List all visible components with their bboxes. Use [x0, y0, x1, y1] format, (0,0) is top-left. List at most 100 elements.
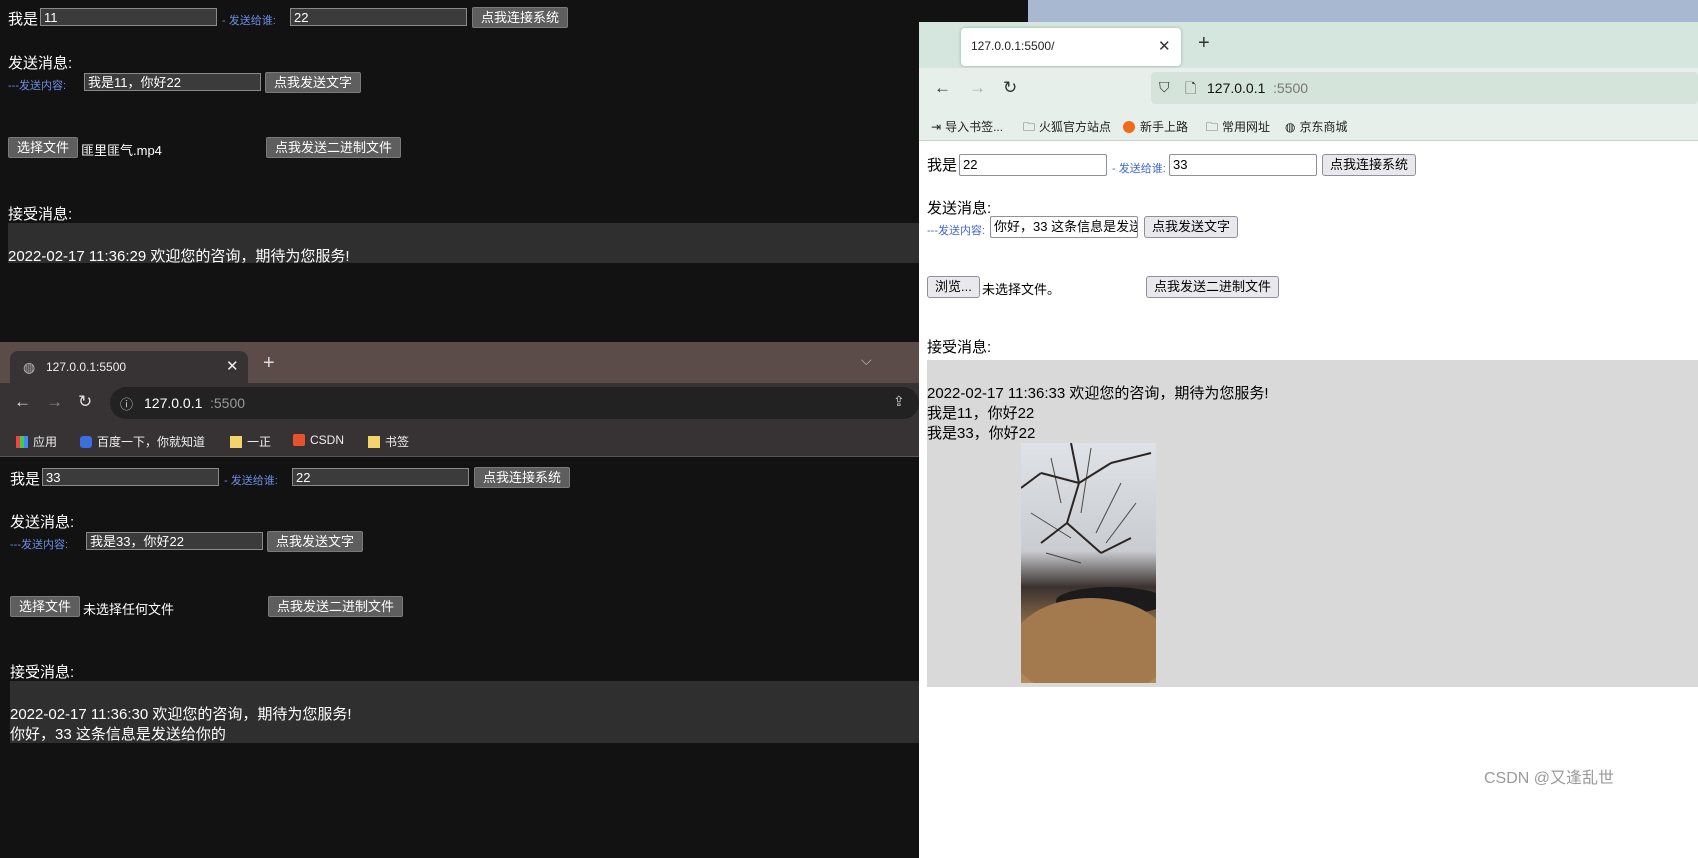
bookmark-common-sites[interactable]: 🗀 常用网址 [1206, 118, 1270, 139]
message-line: 我是11，你好22 [927, 405, 1035, 422]
connect-button[interactable]: 点我连接系统 [472, 7, 569, 28]
send-text-button[interactable]: 点我发送文字 [265, 72, 362, 93]
chevron-down-icon[interactable]: ⌵ [861, 352, 872, 369]
folder-icon: 🗀 [1206, 120, 1219, 134]
forward-arrow-icon[interactable]: → [969, 78, 986, 98]
send-binary-button[interactable]: 点我发送二进制文件 [1146, 276, 1280, 298]
send-msg-title: 发送消息: [10, 514, 75, 531]
firefox-toolbar: ← → ↻ ⛉ 🗋 127.0.0.1 :5500 [919, 68, 1698, 110]
message-line: 2022-02-17 11:36:30 欢迎您的咨询，期待为您服务! [10, 706, 352, 723]
csdn-watermark: CSDN @又逢乱世 [1484, 770, 1615, 787]
folder-icon [368, 436, 380, 448]
iam-label: 我是 [927, 157, 958, 174]
folder-icon [230, 436, 242, 448]
firefox-tab-bar: 127.0.0.1:5500/ ✕ + [919, 22, 1698, 68]
chrome-bookmarks-bar: 应用 百度一下，你就知道 一正 CSDN 书签 [0, 425, 919, 457]
send-to-input[interactable]: 22 [292, 468, 469, 486]
bookmark-firefox-site[interactable]: 🗀 火狐官方站点 [1023, 118, 1111, 139]
receive-box: 2022-02-17 11:36:30 欢迎您的咨询，期待为您服务! 你好，33… [10, 681, 919, 743]
page-icon: 🗋 [1185, 80, 1197, 96]
content-input[interactable]: 我是11，你好22 [84, 73, 261, 91]
message-line: 我是33，你好22 [927, 425, 1036, 442]
url-port: :5500 [210, 395, 246, 411]
send-text-button[interactable]: 点我发送文字 [1144, 216, 1239, 238]
close-tab-icon[interactable]: ✕ [1158, 37, 1171, 55]
chrome-tab-bar: ◍ 127.0.0.1:5500 ✕ + ⌵ [0, 342, 919, 383]
message-line: 你好，33 这条信息是发送给你的 [10, 726, 226, 743]
receive-title: 接受消息: [8, 206, 73, 223]
firefox-tab-title: 127.0.0.1:5500/ [971, 39, 1055, 53]
chrome-tab-title: 127.0.0.1:5500 [46, 360, 127, 374]
receive-title: 接受消息: [10, 664, 75, 681]
send-to-label: - 发送给谁: [222, 15, 276, 27]
url-host: 127.0.0.1 [1207, 80, 1266, 96]
browse-button[interactable]: 浏览... [927, 276, 980, 298]
choose-file-button[interactable]: 选择文件 [8, 137, 79, 158]
message-line: 2022-02-17 11:36:33 欢迎您的咨询，期待为您服务! [927, 385, 1269, 402]
connect-button[interactable]: 点我连接系统 [1322, 154, 1417, 176]
info-icon: ⓘ [120, 397, 134, 412]
chrome-tab[interactable]: ◍ 127.0.0.1:5500 ✕ [10, 351, 248, 383]
receive-title: 接受消息: [927, 339, 992, 356]
file-name: 匪里匪气.mp4 [81, 143, 162, 158]
bookmark-shuqian[interactable]: 书签 [368, 433, 409, 450]
receive-box: 2022-02-17 11:36:33 欢迎您的咨询，期待为您服务! 我是11，… [927, 360, 1698, 687]
reload-icon[interactable]: ↻ [1003, 78, 1017, 98]
content-label: ---发送内容: [10, 539, 69, 551]
send-to-input[interactable]: 22 [290, 8, 467, 26]
forward-arrow-icon[interactable]: → [46, 392, 63, 412]
apps-grid-icon [16, 436, 28, 448]
receive-box: 2022-02-17 11:36:29 欢迎您的咨询，期待为您服务! [8, 223, 919, 265]
send-to-label: - 发送给谁: [1112, 163, 1166, 175]
new-tab-icon[interactable]: + [263, 352, 275, 375]
bookmark-getting-started[interactable]: 新手上路 [1123, 118, 1188, 135]
connect-button[interactable]: 点我连接系统 [474, 467, 571, 488]
back-arrow-icon[interactable]: ← [934, 78, 951, 98]
desktop-strip [1028, 0, 1698, 22]
content-input[interactable]: 你好，33 这条信息是发送给你的 [990, 216, 1138, 238]
choose-file-button[interactable]: 选择文件 [10, 596, 81, 617]
send-to-input[interactable]: 33 [1169, 154, 1317, 176]
chrome-address-bar[interactable]: ⓘ 127.0.0.1 :5500 ⇪ [110, 387, 919, 419]
file-name: 未选择文件。 [982, 282, 1061, 297]
bookmark-apps[interactable]: 应用 [16, 433, 57, 450]
bookmark-yizheng[interactable]: 一正 [230, 433, 271, 450]
bookmark-baidu[interactable]: 百度一下，你就知道 [80, 433, 205, 450]
send-text-button[interactable]: 点我发送文字 [267, 531, 364, 552]
reload-icon[interactable]: ↻ [78, 392, 92, 412]
firefox-bookmarks-bar: ⇥ 导入书签... 🗀 火狐官方站点 新手上路 🗀 常用网址 ◍ 京东商城 [919, 110, 1698, 141]
tree-photo-icon [1021, 443, 1156, 683]
bookmark-import[interactable]: ⇥ 导入书签... [931, 118, 1003, 135]
csdn-icon [293, 434, 305, 446]
globe-icon: ◍ [1285, 120, 1296, 134]
chrome-page: 我是 33 - 发送给谁: 22 点我连接系统 发送消息: ---发送内容: 我… [0, 456, 919, 858]
import-icon: ⇥ [931, 120, 942, 134]
shield-icon: ⛉ [1159, 79, 1170, 95]
back-arrow-icon[interactable]: ← [14, 392, 31, 412]
new-tab-icon[interactable]: + [1198, 32, 1210, 55]
received-image [1021, 443, 1156, 683]
iam-label: 我是 [8, 11, 39, 28]
iam-input[interactable]: 22 [959, 154, 1107, 176]
close-tab-icon[interactable]: ✕ [226, 357, 239, 375]
send-msg-title: 发送消息: [8, 55, 73, 72]
firefox-address-bar[interactable]: ⛉ 🗋 127.0.0.1 :5500 [1151, 72, 1698, 104]
url-port: :5500 [1273, 80, 1309, 96]
chrome-toolbar: ← → ↻ ⓘ 127.0.0.1 :5500 ⇪ [0, 383, 919, 425]
chrome-window: ◍ 127.0.0.1:5500 ✕ + ⌵ ← → ↻ ⓘ 127.0.0.1… [0, 342, 919, 858]
iam-label: 我是 [10, 471, 41, 488]
baidu-paw-icon [80, 436, 92, 448]
iam-input[interactable]: 11 [40, 8, 217, 26]
content-input[interactable]: 我是33，你好22 [86, 532, 263, 550]
iam-input[interactable]: 33 [42, 468, 219, 486]
firefox-tab[interactable]: 127.0.0.1:5500/ ✕ [961, 28, 1181, 66]
folder-icon: 🗀 [1023, 120, 1036, 134]
content-label: ---发送内容: [927, 225, 986, 237]
send-binary-button[interactable]: 点我发送二进制文件 [266, 137, 402, 158]
bookmark-jd[interactable]: ◍ 京东商城 [1285, 118, 1348, 135]
bookmark-csdn[interactable]: CSDN [293, 433, 344, 447]
send-msg-title: 发送消息: [927, 200, 992, 217]
share-icon[interactable]: ⇪ [893, 393, 905, 410]
firefox-logo-icon [1123, 121, 1135, 133]
send-binary-button[interactable]: 点我发送二进制文件 [268, 596, 404, 617]
